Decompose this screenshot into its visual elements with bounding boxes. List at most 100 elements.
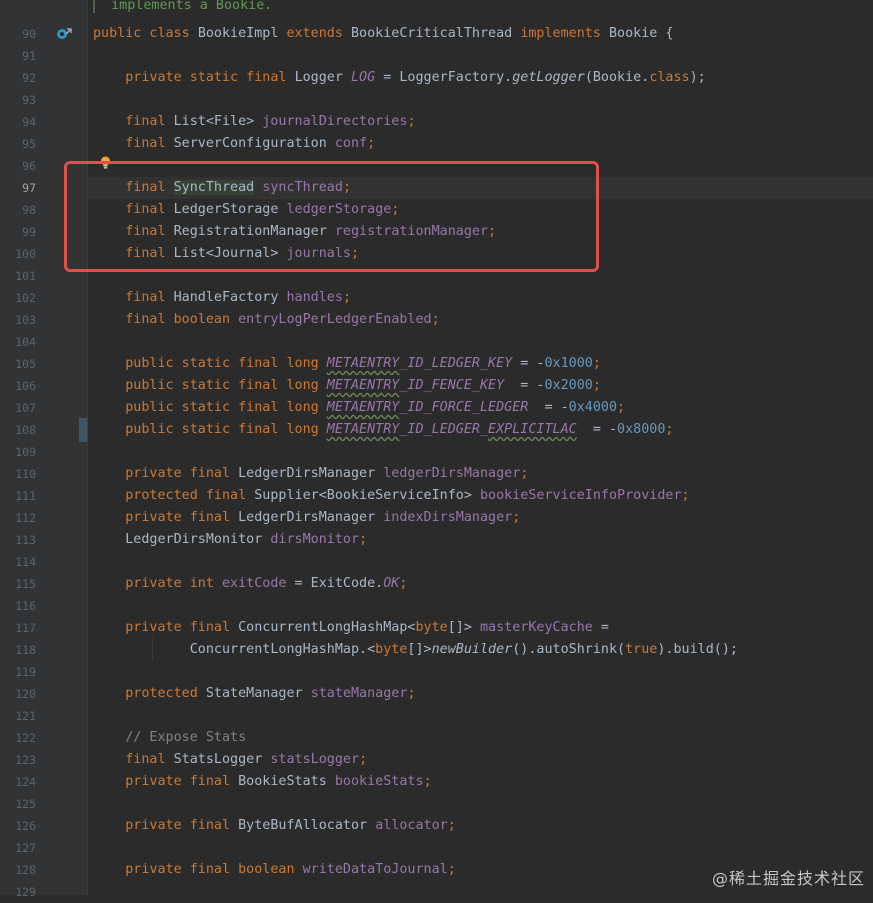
code-line[interactable]: public static final long METAENTRY_ID_LE… bbox=[93, 353, 601, 375]
line-number[interactable]: 124 bbox=[0, 771, 36, 793]
line-number[interactable]: 109 bbox=[0, 441, 36, 463]
line-number[interactable]: 92 bbox=[0, 67, 36, 89]
code-token: EXPLICITLAC bbox=[488, 422, 577, 437]
code-line[interactable]: final ServerConfiguration conf; bbox=[93, 133, 375, 155]
code-token: ; bbox=[407, 686, 416, 701]
code-line[interactable]: // Expose Stats bbox=[93, 727, 246, 749]
code-token: statsLogger bbox=[270, 752, 360, 767]
code-token: ; bbox=[423, 774, 432, 789]
line-number[interactable]: 115 bbox=[0, 573, 36, 595]
line-number[interactable]: 125 bbox=[0, 793, 36, 815]
line-number[interactable]: 122 bbox=[0, 727, 36, 749]
line-number[interactable]: 99 bbox=[0, 221, 36, 243]
code-token: ; bbox=[447, 862, 456, 877]
code-line[interactable]: protected StateManager stateManager; bbox=[93, 683, 416, 705]
line-number[interactable]: 123 bbox=[0, 749, 36, 771]
code-token: ; bbox=[665, 422, 674, 437]
line-number[interactable]: 119 bbox=[0, 661, 36, 683]
code-line[interactable]: private final LedgerDirsManager indexDir… bbox=[93, 507, 520, 529]
line-number[interactable]: 114 bbox=[0, 551, 36, 573]
code-token: = - bbox=[504, 378, 545, 393]
line-number[interactable]: 112 bbox=[0, 507, 36, 529]
line-number[interactable]: 113 bbox=[0, 529, 36, 551]
line-number[interactable]: 105 bbox=[0, 353, 36, 375]
code-line[interactable]: private final boolean writeDataToJournal… bbox=[93, 859, 456, 881]
code-line[interactable]: public static final long METAENTRY_ID_LE… bbox=[93, 419, 673, 441]
code-token: ; bbox=[367, 136, 376, 151]
line-number[interactable]: 94 bbox=[0, 111, 36, 133]
line-number[interactable]: 106 bbox=[0, 375, 36, 397]
line-number[interactable]: 116 bbox=[0, 595, 36, 617]
code-line[interactable]: final List<File> journalDirectories; bbox=[93, 111, 415, 133]
code-token: = - bbox=[528, 400, 569, 415]
code-token: private final bbox=[125, 620, 239, 635]
line-number[interactable]: 91 bbox=[0, 45, 36, 67]
code-line[interactable]: protected final Supplier<BookieServiceIn… bbox=[93, 485, 689, 507]
code-token: = LoggerFactory. bbox=[375, 70, 513, 85]
line-number[interactable]: 127 bbox=[0, 837, 36, 859]
code-token: final bbox=[125, 114, 174, 129]
code-token: entryLogPerLedgerEnabled bbox=[238, 312, 432, 327]
line-number[interactable]: 128 bbox=[0, 859, 36, 881]
code-line[interactable]: LedgerDirsMonitor dirsMonitor; bbox=[93, 529, 367, 551]
line-number[interactable]: 111 bbox=[0, 485, 36, 507]
line-number[interactable]: 97 bbox=[0, 177, 36, 199]
code-token: public static final long bbox=[125, 422, 327, 437]
code-token: final bbox=[125, 290, 174, 305]
code-token: = - bbox=[512, 356, 545, 371]
code-line[interactable]: final HandleFactory handles; bbox=[93, 287, 351, 309]
code-token: ; bbox=[359, 752, 368, 767]
code-line[interactable]: private final ConcurrentLongHashMap<byte… bbox=[93, 617, 609, 639]
line-number[interactable]: 121 bbox=[0, 705, 36, 727]
line-number[interactable]: 110 bbox=[0, 463, 36, 485]
code-token: getLogger bbox=[512, 70, 585, 85]
code-line[interactable]: private final LedgerDirsManager ledgerDi… bbox=[93, 463, 528, 485]
code-token: ).build(); bbox=[657, 642, 738, 657]
line-number[interactable]: 98 bbox=[0, 199, 36, 221]
code-token: Supplier<BookieServiceInfo> bbox=[254, 488, 480, 503]
code-line[interactable]: private final BookieStats bookieStats; bbox=[93, 771, 432, 793]
code-line[interactable]: public class BookieImpl extends BookieCr… bbox=[93, 23, 674, 45]
line-number[interactable]: 126 bbox=[0, 815, 36, 837]
code-token: _ID_FORCE_LEDGER bbox=[399, 400, 529, 415]
line-number[interactable]: 108 bbox=[0, 419, 36, 441]
line-number[interactable]: 117 bbox=[0, 617, 36, 639]
code-token: ().autoShrink( bbox=[512, 642, 626, 657]
change-marker[interactable] bbox=[79, 418, 87, 442]
line-number[interactable]: 90 bbox=[0, 23, 36, 45]
code-line[interactable]: final boolean entryLogPerLedgerEnabled; bbox=[93, 309, 439, 331]
code-line[interactable]: final StatsLogger statsLogger; bbox=[93, 749, 367, 771]
line-number[interactable]: 100 bbox=[0, 243, 36, 265]
line-number[interactable]: 104 bbox=[0, 331, 36, 353]
code-token: dirsMonitor bbox=[270, 532, 360, 547]
line-number[interactable]: 93 bbox=[0, 89, 36, 111]
line-number[interactable]: 120 bbox=[0, 683, 36, 705]
implementation-marker-icon[interactable] bbox=[56, 27, 72, 41]
line-number[interactable]: 118 bbox=[0, 639, 36, 661]
code-line[interactable]: public static final long METAENTRY_ID_FO… bbox=[93, 397, 625, 419]
line-number[interactable]: 103 bbox=[0, 309, 36, 331]
line-number[interactable]: 102 bbox=[0, 287, 36, 309]
code-line[interactable]: ConcurrentLongHashMap.<byte[]>newBuilder… bbox=[93, 639, 738, 661]
code-line[interactable]: private final ByteBufAllocator allocator… bbox=[93, 815, 456, 837]
code-token: final bbox=[125, 752, 174, 767]
doc-comment-line: implements a Bookie. bbox=[93, 0, 272, 17]
line-number[interactable]: 96 bbox=[0, 155, 36, 177]
code-line[interactable]: private static final Logger LOG = Logger… bbox=[93, 67, 706, 89]
line-number[interactable]: 101 bbox=[0, 265, 36, 287]
code-token: stateManager bbox=[310, 686, 408, 701]
code-line[interactable]: private int exitCode = ExitCode.OK; bbox=[93, 573, 407, 595]
line-number[interactable]: 95 bbox=[0, 133, 36, 155]
code-token: bookieServiceInfoProvider bbox=[479, 488, 682, 503]
code-token: OK bbox=[383, 576, 400, 591]
line-number[interactable]: 107 bbox=[0, 397, 36, 419]
code-line[interactable]: public static final long METAENTRY_ID_FE… bbox=[93, 375, 601, 397]
code-token: extends bbox=[286, 26, 351, 41]
code-token: class bbox=[649, 70, 690, 85]
line-number[interactable]: 129 bbox=[0, 881, 36, 903]
